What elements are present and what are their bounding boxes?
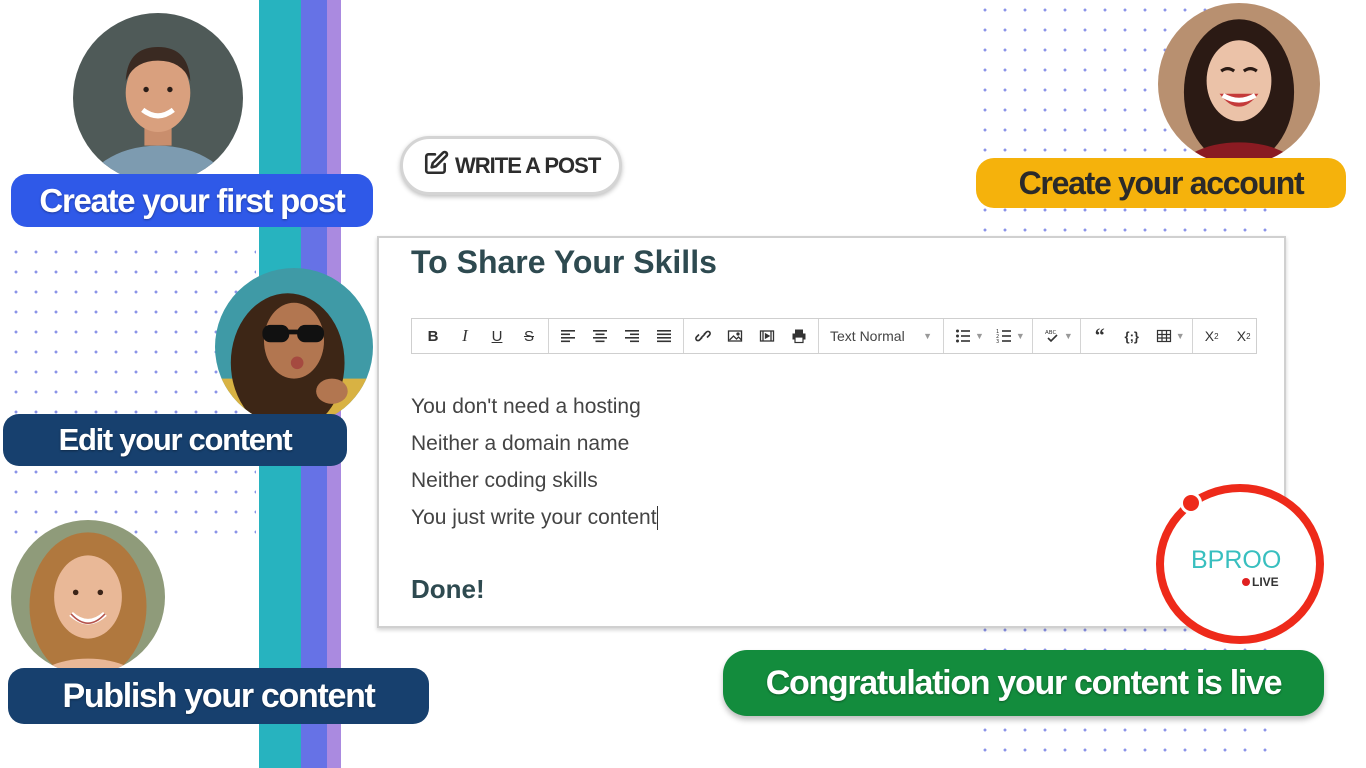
toolbar-group-insert xyxy=(684,319,819,353)
editor-title: To Share Your Skills xyxy=(411,244,717,280)
step-create-account: Create your account xyxy=(976,158,1346,208)
toolbar-group-lists: ▼ 123 ▼ xyxy=(944,319,1033,353)
logo-red-dot-icon xyxy=(1180,492,1202,514)
toolbar-group-format: Text Normal ▼ xyxy=(819,319,944,353)
underline-icon[interactable]: U xyxy=(481,321,513,351)
editor-toolbar: B I U S Text Normal ▼ ▼ 1 2 3 ▼ ABC ▼ “ … xyxy=(411,318,1257,354)
avatar-smiling-man xyxy=(73,13,243,183)
editor-line: Neither a domain name xyxy=(411,432,630,455)
avatar-smiling-woman xyxy=(11,520,165,674)
write-a-post-button[interactable]: WRITE A POST xyxy=(400,136,622,195)
svg-text:ABC: ABC xyxy=(1045,330,1056,336)
print-icon[interactable] xyxy=(783,321,815,351)
numbered-list-caret-icon[interactable]: ▼ xyxy=(1016,331,1025,341)
toolbar-group-text-style: B I U S xyxy=(414,319,549,353)
bold-icon[interactable]: B xyxy=(417,321,449,351)
toolbar-group-script: X2 X2 xyxy=(1193,319,1263,353)
toolbar-group-spellcheck: ABC ▼ xyxy=(1033,319,1081,353)
video-icon[interactable] xyxy=(751,321,783,351)
toolbar-group-blocks: “ {;} ▼ xyxy=(1081,319,1193,353)
step-create-first-post: Create your first post xyxy=(11,174,373,227)
subscript-icon[interactable]: X2 xyxy=(1196,321,1228,351)
svg-text:3: 3 xyxy=(996,339,999,344)
logo-live-badge: LIVE xyxy=(1242,575,1279,589)
live-dot-icon xyxy=(1242,578,1250,586)
link-icon[interactable] xyxy=(687,321,719,351)
align-center-icon[interactable] xyxy=(584,321,616,351)
editor-line: You just write your content xyxy=(411,506,657,529)
editor-card: To Share Your Skills B I U S Text Normal… xyxy=(377,236,1286,628)
image-icon[interactable] xyxy=(719,321,751,351)
align-justify-icon[interactable] xyxy=(648,321,680,351)
chevron-down-icon: ▼ xyxy=(923,331,932,341)
logo-live-text: LIVE xyxy=(1252,575,1279,589)
step-publish-content: Publish your content xyxy=(8,668,429,724)
avatar-laughing-woman xyxy=(1158,3,1320,165)
editor-content[interactable]: You don't need a hosting Neither a domai… xyxy=(411,388,658,536)
toolbar-group-align xyxy=(549,319,684,353)
write-a-post-label: WRITE A POST xyxy=(455,152,601,178)
align-right-icon[interactable] xyxy=(616,321,648,351)
step-content-live: Congratulation your content is live xyxy=(723,650,1324,716)
table-caret-icon[interactable]: ▼ xyxy=(1176,331,1185,341)
spellcheck-caret-icon[interactable]: ▼ xyxy=(1064,331,1073,341)
text-format-select[interactable]: Text Normal ▼ xyxy=(822,321,940,351)
bullet-list-caret-icon[interactable]: ▼ xyxy=(975,331,984,341)
editor-line: You don't need a hosting xyxy=(411,395,641,418)
edit-icon xyxy=(423,150,449,182)
avatar-woman-sunglasses xyxy=(215,268,373,426)
blockquote-icon[interactable]: “ xyxy=(1084,321,1116,351)
italic-icon[interactable]: I xyxy=(449,321,481,351)
editor-line: Neither coding skills xyxy=(411,469,598,492)
align-left-icon[interactable] xyxy=(552,321,584,351)
text-format-value: Text Normal xyxy=(830,328,905,344)
superscript-icon[interactable]: X2 xyxy=(1228,321,1260,351)
text-cursor xyxy=(656,506,658,531)
logo-text: BPROO xyxy=(1191,546,1282,574)
strikethrough-icon[interactable]: S xyxy=(513,321,545,351)
step-edit-content: Edit your content xyxy=(3,414,347,466)
editor-done-text: Done! xyxy=(411,574,485,604)
editor-line-with-caret: You just write your content xyxy=(411,499,658,536)
code-icon[interactable]: {;} xyxy=(1116,321,1148,351)
decor-dot-grid-left xyxy=(6,242,256,542)
